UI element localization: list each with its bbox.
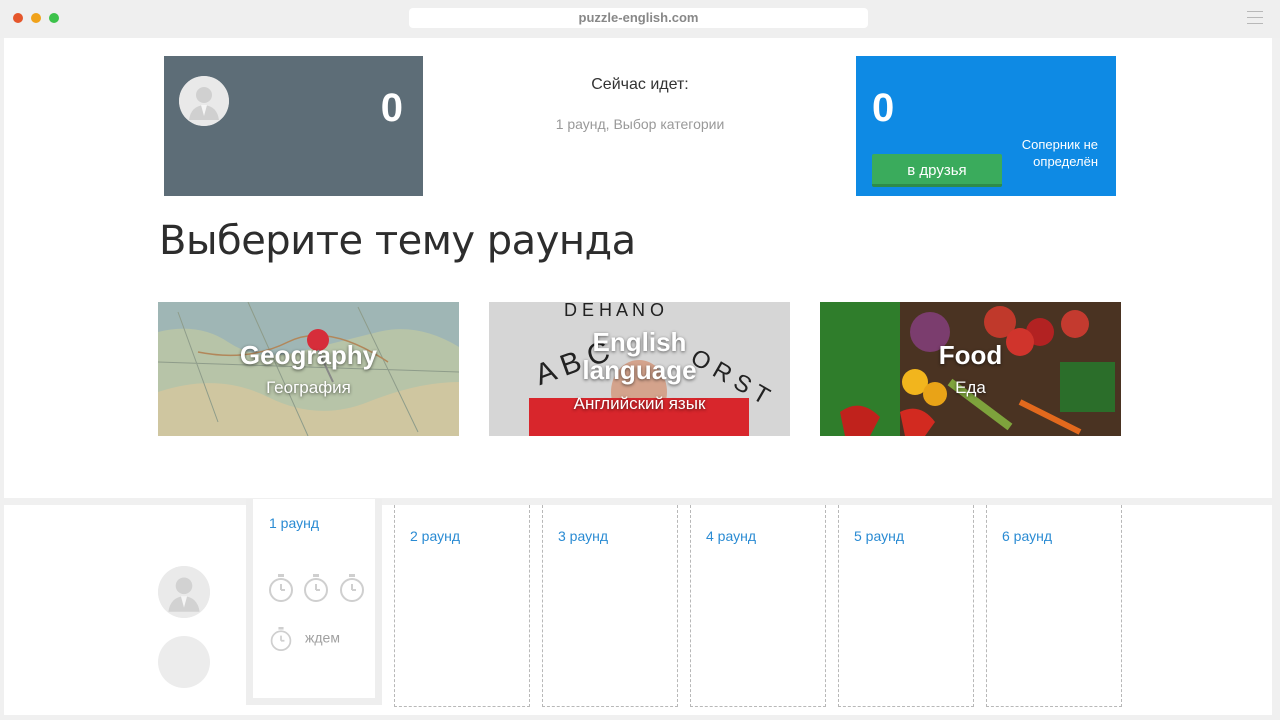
- round-5: 5 раунд: [838, 505, 974, 707]
- player-avatar: [179, 76, 229, 126]
- category-title: English language: [582, 327, 697, 385]
- maximize-window-button[interactable]: [49, 13, 59, 23]
- category-english-language[interactable]: D E H A N O A B C O R S T English langua…: [489, 302, 790, 436]
- round-1: 1 раунд ждем: [246, 499, 382, 705]
- waiting-status: ждем: [269, 626, 340, 652]
- round-label: 4 раунд: [706, 528, 756, 544]
- round-2: 2 раунд: [394, 505, 530, 707]
- waiting-label: ждем: [305, 629, 340, 646]
- status-subtitle: 1 раунд, Выбор категории: [555, 116, 725, 132]
- round-label: 2 раунд: [410, 528, 460, 544]
- browser-chrome: puzzle-english.com: [0, 0, 1280, 38]
- status-title: Сейчас идет:: [591, 76, 689, 93]
- player-score: 0: [380, 86, 403, 130]
- page-title: Выберите тему раунда: [159, 218, 636, 264]
- svg-text:D E H A N O: D E H A N O: [564, 302, 664, 320]
- user-avatar-icon: [158, 566, 210, 618]
- category-subtitle: География: [266, 378, 351, 397]
- round-status: Сейчас идет: 1 раунд, Выбор категории: [424, 76, 856, 132]
- opponent-status-text: Соперник не определён: [1021, 137, 1098, 169]
- round-6: 6 раунд: [986, 505, 1122, 707]
- rounds-panel: 1 раунд ждем 2 раунд 3 раунд 4 раунд 5 р…: [4, 499, 1272, 715]
- category-food[interactable]: Food Еда: [820, 302, 1121, 436]
- address-bar[interactable]: puzzle-english.com: [409, 8, 868, 28]
- game-page: 0 Сейчас идет: 1 раунд, Выбор категории …: [4, 38, 1272, 498]
- menu-icon[interactable]: [1247, 11, 1263, 24]
- category-title: Geography: [239, 340, 378, 370]
- close-window-button[interactable]: [13, 13, 23, 23]
- round-label: 1 раунд: [269, 515, 319, 531]
- minimize-window-button[interactable]: [31, 13, 41, 23]
- category-geography[interactable]: Geography География: [158, 302, 459, 436]
- player-card: 0: [164, 56, 423, 196]
- opponent-avatar: [158, 636, 210, 688]
- round-4: 4 раунд: [690, 505, 826, 707]
- add-friend-button[interactable]: в друзья: [872, 154, 1002, 187]
- opponent-card: 0 в друзья Соперник не определён: [856, 56, 1116, 196]
- round-label: 5 раунд: [854, 528, 904, 544]
- category-subtitle: Еда: [955, 378, 986, 397]
- stopwatch-icon: [339, 574, 364, 602]
- category-subtitle: Английский язык: [573, 394, 706, 413]
- round-3: 3 раунд: [542, 505, 678, 707]
- stopwatch-icon: [304, 574, 329, 602]
- opponent-score: 0: [872, 86, 895, 130]
- player-avatar: [158, 566, 210, 618]
- round-label: 3 раунд: [558, 528, 608, 544]
- stopwatch-icon: [270, 627, 292, 651]
- round-label: 6 раунд: [1002, 528, 1052, 544]
- category-title: Food: [938, 340, 1003, 370]
- timers: [267, 573, 369, 608]
- user-avatar-icon: [179, 76, 229, 126]
- stopwatch-icon: [269, 574, 293, 602]
